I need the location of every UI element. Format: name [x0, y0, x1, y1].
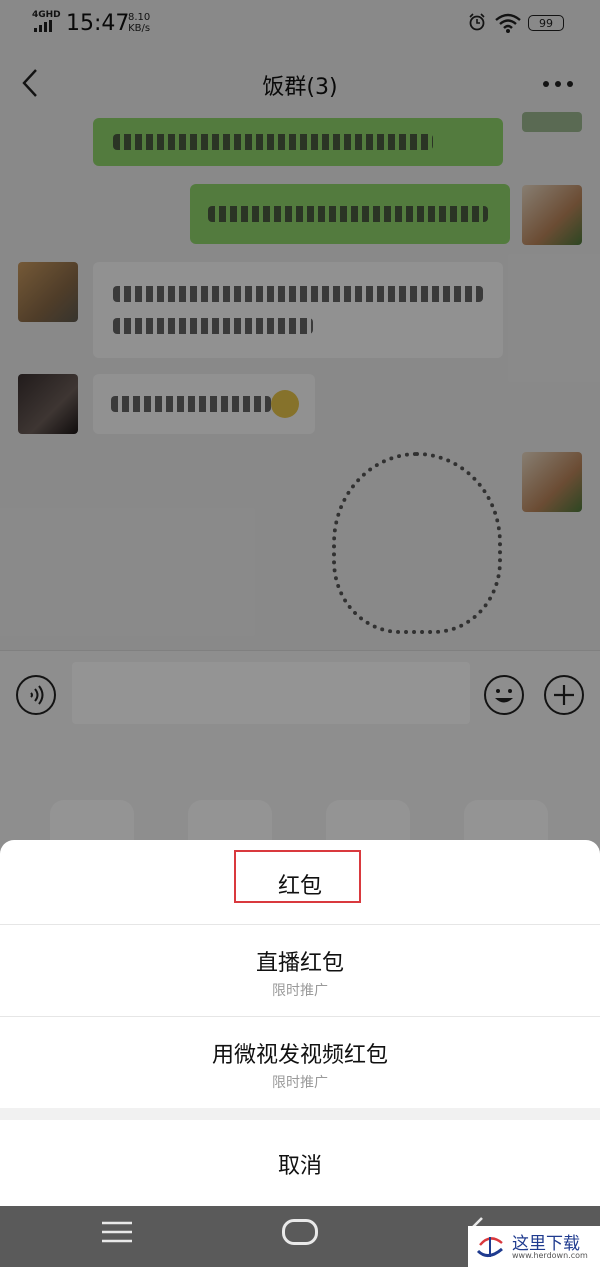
highlight-box: [234, 850, 361, 903]
home-icon[interactable]: [282, 1219, 318, 1245]
option-sublabel: 限时推广: [272, 983, 328, 999]
weishi-video-red-packet-option[interactable]: 用微视发视频红包 限时推广: [0, 1017, 600, 1108]
option-label: 直播红包: [255, 951, 344, 976]
option-sublabel: 限时推广: [272, 1075, 328, 1091]
section-gap: [0, 1108, 600, 1120]
cancel-button[interactable]: 取消: [0, 1120, 600, 1206]
live-red-packet-option[interactable]: 直播红包 限时推广: [0, 925, 600, 1016]
watermark-logo-icon: [476, 1237, 503, 1257]
menu-icon[interactable]: [101, 1219, 133, 1245]
option-label: 用微视发视频红包: [211, 1043, 388, 1068]
watermark-url: www.herdown.com: [512, 1251, 588, 1260]
cancel-label: 取消: [277, 1154, 322, 1179]
